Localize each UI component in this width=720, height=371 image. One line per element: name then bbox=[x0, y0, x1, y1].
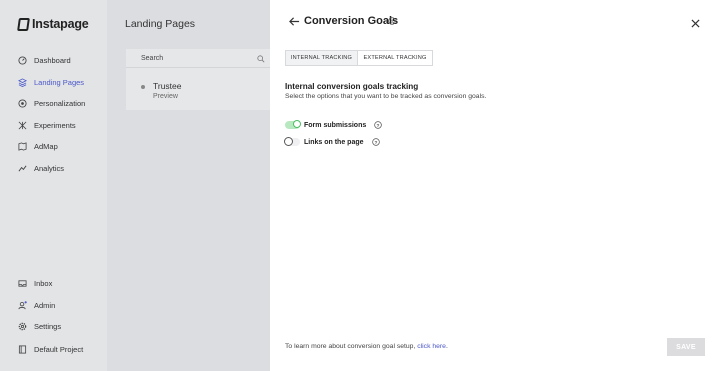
sidebar-item-analytics[interactable]: Analytics bbox=[18, 162, 64, 174]
option-label: Form submissions bbox=[304, 121, 367, 129]
conversion-goals-modal: Conversion Goals ? INTERNAL TRACKING EXT… bbox=[270, 0, 720, 371]
tab-external-tracking[interactable]: EXTERNAL TRACKING bbox=[358, 51, 432, 65]
page-row-preview[interactable]: Preview bbox=[153, 93, 178, 100]
close-icon[interactable] bbox=[691, 19, 700, 28]
sidebar-item-label: Landing Pages bbox=[34, 77, 85, 87]
option-form-submissions: Form submissions ? bbox=[285, 120, 382, 129]
instapage-logo[interactable]: Instapage bbox=[17, 17, 89, 31]
chart-icon bbox=[18, 164, 27, 173]
footer-help-text: To learn more about conversion goal setu… bbox=[285, 343, 448, 350]
status-dot bbox=[141, 85, 145, 89]
section-description: Select the options that you want to be t… bbox=[285, 93, 487, 100]
sidebar: Instapage Dashboard Landing Pages Person… bbox=[0, 0, 107, 371]
form-submissions-toggle[interactable] bbox=[285, 120, 301, 129]
option-label: Links on the page bbox=[304, 138, 364, 146]
sidebar-item-inbox[interactable]: Inbox bbox=[18, 277, 52, 289]
sidebar-item-dashboard[interactable]: Dashboard bbox=[18, 54, 71, 66]
pages-panel: Search Trustee Preview bbox=[126, 49, 277, 110]
sidebar-item-label: Default Project bbox=[34, 344, 84, 354]
search-icon bbox=[257, 55, 265, 63]
sidebar-item-admin[interactable]: Admin bbox=[18, 299, 55, 311]
help-icon[interactable]: ? bbox=[371, 138, 380, 146]
save-button[interactable]: SAVE bbox=[667, 338, 705, 356]
user-icon bbox=[18, 300, 27, 310]
sidebar-item-label: Dashboard bbox=[34, 55, 71, 65]
sidebar-item-label: Settings bbox=[34, 321, 62, 331]
svg-text:?: ? bbox=[391, 19, 394, 25]
gauge-icon bbox=[18, 55, 27, 65]
sidebar-item-label: Analytics bbox=[34, 163, 65, 173]
sidebar-item-label: Admin bbox=[34, 300, 56, 310]
sidebar-item-label: Personalization bbox=[34, 98, 86, 108]
sidebar-item-label: AdMap bbox=[34, 141, 58, 151]
search-input[interactable]: Search bbox=[141, 55, 163, 62]
logo-icon bbox=[17, 17, 30, 31]
sidebar-item-experiments[interactable]: Experiments bbox=[18, 119, 76, 131]
footer-period: . bbox=[445, 343, 448, 350]
inbox-icon bbox=[18, 279, 27, 288]
main-content: Landing Pages Search Trustee Preview bbox=[107, 0, 277, 371]
sidebar-item-label: Experiments bbox=[34, 120, 76, 130]
search-bar[interactable]: Search bbox=[126, 49, 277, 68]
sidebar-item-admap[interactable]: AdMap bbox=[18, 140, 58, 152]
help-icon[interactable]: ? bbox=[388, 17, 396, 25]
footer-text: To learn more about conversion goal setu… bbox=[285, 343, 416, 350]
back-arrow-icon[interactable] bbox=[289, 16, 300, 27]
layers-icon bbox=[18, 77, 27, 87]
help-icon[interactable]: ? bbox=[374, 121, 382, 129]
sidebar-item-personalization[interactable]: Personalization bbox=[18, 97, 85, 109]
map-icon bbox=[18, 141, 27, 151]
sidebar-item-settings[interactable]: Settings bbox=[18, 320, 61, 332]
sidebar-item-label: Inbox bbox=[34, 278, 53, 288]
click-here-link[interactable]: click here bbox=[417, 343, 446, 350]
sidebar-item-default-project[interactable]: Default Project bbox=[18, 343, 83, 355]
section-title: Internal conversion goals tracking bbox=[285, 82, 419, 91]
tab-internal-tracking[interactable]: INTERNAL TRACKING bbox=[286, 51, 358, 65]
page-title: Landing Pages bbox=[125, 18, 196, 30]
gear-icon bbox=[18, 322, 27, 331]
svg-text:?: ? bbox=[374, 140, 377, 146]
option-links-on-page: Links on the page ? bbox=[284, 137, 380, 146]
folder-icon bbox=[18, 344, 27, 354]
logo-text: Instapage bbox=[32, 17, 89, 31]
links-on-page-toggle[interactable] bbox=[284, 137, 300, 146]
modal-title: Conversion Goals bbox=[304, 15, 399, 27]
svg-text:?: ? bbox=[377, 123, 380, 129]
page-row-title[interactable]: Trustee bbox=[153, 81, 182, 91]
tracking-tabs: INTERNAL TRACKING EXTERNAL TRACKING bbox=[285, 50, 433, 66]
target-icon bbox=[18, 98, 27, 108]
sidebar-item-landing-pages[interactable]: Landing Pages bbox=[18, 76, 84, 88]
flask-icon bbox=[18, 121, 27, 130]
